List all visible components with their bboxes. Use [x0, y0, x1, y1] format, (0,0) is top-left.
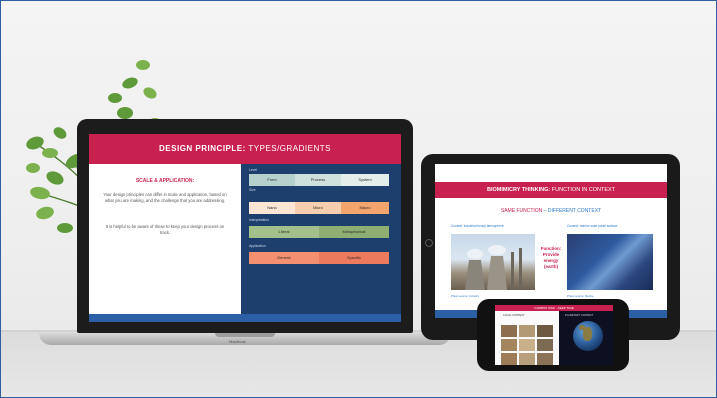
- slide-title: DESIGN PRINCIPLE: TYPES/GRADIENTS: [89, 134, 401, 164]
- tablet-screen: BIOMIMICRY THINKING: FUNCTION IN CONTEXT…: [435, 164, 667, 318]
- product-showcase: DESIGN PRINCIPLE: TYPES/GRADIENTS SCALE …: [0, 0, 717, 398]
- grid-image: [501, 353, 517, 365]
- tablet-subtitle-blue: – DIFFERENT CONTEXT: [542, 208, 602, 214]
- tablet-subtitle: SAME FUNCTION – DIFFERENT CONTEXT: [435, 208, 667, 214]
- grid-image: [537, 353, 553, 365]
- tablet-home-button[interactable]: [425, 239, 433, 247]
- segment-macro: Macro: [341, 202, 389, 214]
- phone-left-label: LOCAL CONTEXT: [503, 314, 525, 317]
- grid-image: [519, 339, 535, 351]
- earth-globe-image: [573, 321, 603, 351]
- grid-image: [537, 325, 553, 337]
- slide-paragraph-1: Your design principles can differ in sca…: [103, 192, 227, 203]
- phone-screen: CARBON SINK · DEEP TIME LOCAL CONTEXT PL…: [495, 305, 613, 365]
- slide-right-panel: Level Form Process System Size Nano Micr…: [241, 164, 401, 314]
- slide-player-bar[interactable]: [89, 314, 401, 322]
- tablet-caption-right: Photo source: Marine: [567, 294, 594, 298]
- tablet-function-label: Function: Provide energy (earth): [537, 246, 565, 270]
- tablet-subtitle-red: SAME FUNCTION: [500, 208, 543, 214]
- grid-image: [537, 339, 553, 351]
- laptop-notch: [215, 333, 275, 337]
- solar-panel-photo: [567, 234, 653, 290]
- phone-left-panel: LOCAL CONTEXT: [495, 311, 559, 365]
- grid-image: [501, 325, 517, 337]
- segment-nano: Nano: [249, 202, 295, 214]
- slide-subtitle: SCALE & APPLICATION:: [135, 178, 195, 184]
- tablet-caption-left: Photo source: Industry: [451, 294, 479, 298]
- grid-image: [519, 325, 535, 337]
- tablet-title-bold: BIOMIMICRY THINKING:: [486, 187, 551, 193]
- segment-metaphorical: Metaphorical: [319, 226, 389, 238]
- slide-paragraph-2: It is helpful to be aware of these to ke…: [105, 224, 225, 235]
- slide-title-thin: TYPES/GRADIENTS: [245, 144, 331, 153]
- segment-system: System: [341, 174, 389, 186]
- phone-image-grid: [501, 325, 555, 365]
- phone-right-label: PLANETARY CONTEXT: [565, 314, 594, 317]
- row-label-application: Application: [249, 244, 266, 248]
- laptop-screen: DESIGN PRINCIPLE: TYPES/GRADIENTS SCALE …: [89, 134, 401, 322]
- segment-form: Form: [249, 174, 295, 186]
- segment-specific: Specific: [319, 252, 389, 264]
- row-label-interpretation: Interpretation: [249, 218, 269, 222]
- segment-micro: Micro: [295, 202, 341, 214]
- grid-image: [501, 339, 517, 351]
- slide-left-panel: SCALE & APPLICATION: Your design princip…: [89, 164, 241, 314]
- tablet-title-thin: FUNCTION IN CONTEXT: [550, 187, 616, 193]
- power-plant-photo: [451, 234, 535, 290]
- row-label-size: Size: [249, 188, 256, 192]
- tablet-context-right: Context: marine solar panel surface: [567, 224, 618, 228]
- segment-literal: Literal: [249, 226, 319, 238]
- segment-generic: Generic: [249, 252, 319, 264]
- laptop-brand: MacBook: [229, 339, 246, 344]
- grid-image: [519, 353, 535, 365]
- row-label-level: Level: [249, 168, 258, 172]
- slide-title-bold: DESIGN PRINCIPLE:: [159, 144, 246, 153]
- tablet-context-left: Context: industrial heavy atmosphere: [451, 224, 504, 228]
- function-line-4: (earth): [543, 264, 558, 269]
- segment-process: Process: [295, 174, 341, 186]
- tablet-slide-title: BIOMIMICRY THINKING: FUNCTION IN CONTEXT: [435, 182, 667, 198]
